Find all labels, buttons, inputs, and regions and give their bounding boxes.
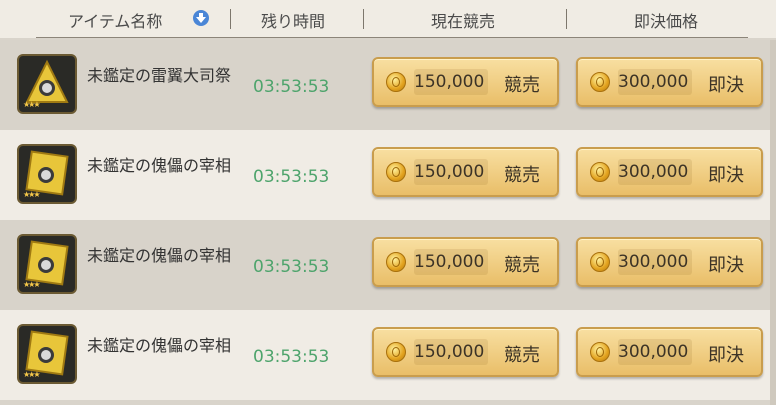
list-item[interactable]: ★★★ 未鑑定の傀儡の宰相 03:53:53 150,000 競売 300,00… bbox=[0, 220, 776, 310]
buyout-button[interactable]: 300,000 即決 bbox=[576, 147, 763, 197]
remaining-time: 03:53:53 bbox=[253, 167, 330, 187]
gold-coin-icon bbox=[386, 72, 406, 92]
winged-relic-icon[interactable]: ★★★ bbox=[17, 54, 77, 114]
header-divider bbox=[230, 9, 231, 29]
remaining-time: 03:53:53 bbox=[253, 77, 330, 97]
remaining-time: 03:53:53 bbox=[253, 347, 330, 367]
bid-button[interactable]: 150,000 競売 bbox=[372, 57, 559, 107]
rarity-stars: ★★★ bbox=[23, 370, 40, 379]
gold-coin-icon bbox=[590, 252, 610, 272]
buyout-label: 即決 bbox=[708, 345, 744, 366]
column-remaining-time: 残り時間 bbox=[261, 12, 326, 31]
list-item[interactable]: ★★★ 未鑑定の傀儡の宰相 03:53:53 150,000 競売 300,00… bbox=[0, 130, 776, 220]
buyout-amount: 300,000 bbox=[618, 342, 689, 362]
buyout-amount: 300,000 bbox=[618, 72, 689, 92]
bid-button[interactable]: 150,000 競売 bbox=[372, 147, 559, 197]
header-divider bbox=[363, 9, 364, 29]
buyout-label: 即決 bbox=[708, 75, 744, 96]
rarity-stars: ★★★ bbox=[23, 100, 40, 109]
bid-amount: 150,000 bbox=[414, 342, 485, 362]
puppet-card-icon[interactable]: ★★★ bbox=[17, 234, 77, 294]
bid-button[interactable]: 150,000 競売 bbox=[372, 327, 559, 377]
item-name: 未鑑定の傀儡の宰相 bbox=[87, 156, 232, 175]
buyout-amount: 300,000 bbox=[618, 252, 689, 272]
table-header: アイテム名称 残り時間 現在競売 即決価格 bbox=[0, 0, 776, 38]
list-item[interactable]: ★★★ 未鑑定の傀儡の宰相 03:53:53 150,000 競売 300,00… bbox=[0, 310, 776, 400]
bid-button[interactable]: 150,000 競売 bbox=[372, 237, 559, 287]
rarity-stars: ★★★ bbox=[23, 280, 40, 289]
list-item[interactable]: ★★★ 未鑑定の雷翼大司祭 03:53:53 150,000 競売 300,00… bbox=[0, 40, 776, 130]
buyout-label: 即決 bbox=[708, 165, 744, 186]
puppet-card-icon[interactable]: ★★★ bbox=[17, 324, 77, 384]
column-item-name[interactable]: アイテム名称 bbox=[68, 8, 162, 32]
buyout-button[interactable]: 300,000 即決 bbox=[576, 57, 763, 107]
bid-label: 競売 bbox=[504, 255, 540, 276]
column-current-bid: 現在競売 bbox=[431, 12, 496, 31]
item-name: 未鑑定の傀儡の宰相 bbox=[87, 246, 232, 265]
buyout-button[interactable]: 300,000 即決 bbox=[576, 237, 763, 287]
bid-label: 競売 bbox=[504, 75, 540, 96]
item-name: 未鑑定の傀儡の宰相 bbox=[87, 336, 232, 355]
buyout-label: 即決 bbox=[708, 255, 744, 276]
buyout-amount: 300,000 bbox=[618, 162, 689, 182]
header-divider bbox=[566, 9, 567, 29]
gold-coin-icon bbox=[386, 252, 406, 272]
bid-amount: 150,000 bbox=[414, 162, 485, 182]
buyout-button[interactable]: 300,000 即決 bbox=[576, 327, 763, 377]
gold-coin-icon bbox=[590, 342, 610, 362]
item-name: 未鑑定の雷翼大司祭 bbox=[87, 66, 232, 85]
sort-down-icon[interactable] bbox=[192, 9, 210, 27]
bid-amount: 150,000 bbox=[414, 72, 485, 92]
remaining-time: 03:53:53 bbox=[253, 257, 330, 277]
gold-coin-icon bbox=[590, 162, 610, 182]
gold-coin-icon bbox=[386, 342, 406, 362]
column-buyout-price: 即決価格 bbox=[634, 12, 699, 31]
bid-amount: 150,000 bbox=[414, 252, 485, 272]
header-underline bbox=[36, 37, 748, 38]
bid-label: 競売 bbox=[504, 165, 540, 186]
gold-coin-icon bbox=[590, 72, 610, 92]
rarity-stars: ★★★ bbox=[23, 190, 40, 199]
bid-label: 競売 bbox=[504, 345, 540, 366]
puppet-card-icon[interactable]: ★★★ bbox=[17, 144, 77, 204]
scrollbar[interactable] bbox=[770, 40, 776, 405]
gold-coin-icon bbox=[386, 162, 406, 182]
